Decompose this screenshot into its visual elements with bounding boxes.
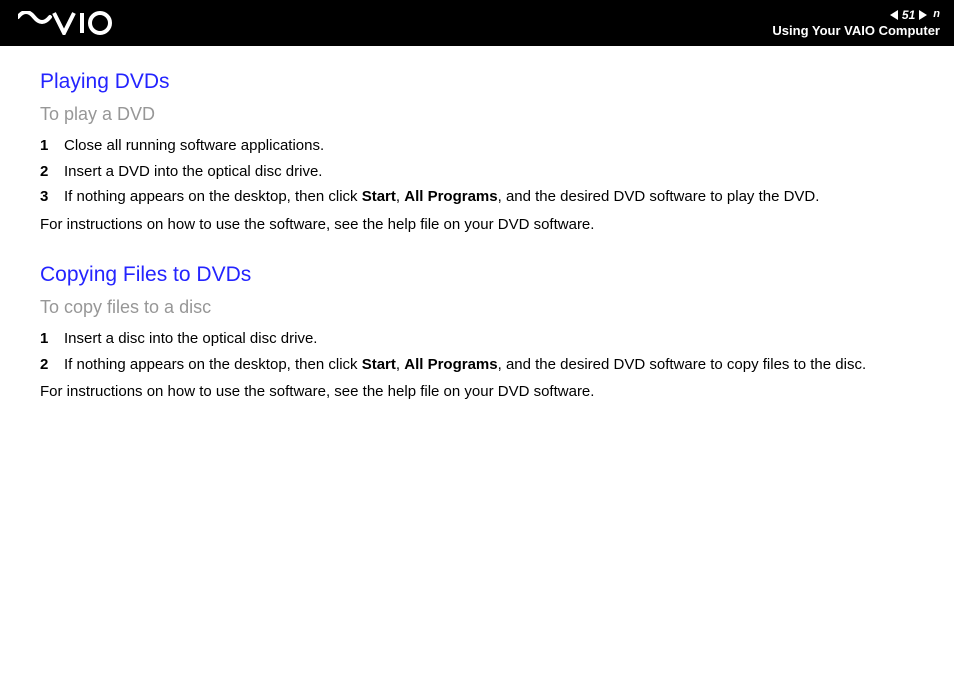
step-prefix: If nothing appears on the desktop, then … — [64, 188, 362, 205]
step-mid: , — [396, 356, 404, 373]
step-suffix: , and the desired DVD software to copy f… — [498, 356, 867, 373]
step-bold: Start — [362, 188, 396, 205]
step-prefix: If nothing appears on the desktop, then … — [64, 356, 362, 373]
header-subtitle: Using Your VAIO Computer — [772, 23, 940, 39]
step-row: 2 Insert a DVD into the optical disc dri… — [40, 159, 914, 185]
page-nav: 51 n — [772, 8, 940, 22]
step-number: 3 — [40, 184, 64, 210]
step-row: 2 If nothing appears on the desktop, the… — [40, 352, 914, 378]
step-text: If nothing appears on the desktop, then … — [64, 352, 914, 378]
n-badge: n — [933, 8, 940, 21]
step-number: 2 — [40, 159, 64, 185]
step-row: 1 Close all running software application… — [40, 133, 914, 159]
step-bold: All Programs — [404, 188, 497, 205]
step-text: If nothing appears on the desktop, then … — [64, 184, 914, 210]
step-number: 1 — [40, 326, 64, 352]
section-title-playing-dvds: Playing DVDs — [40, 70, 914, 94]
step-suffix: , and the desired DVD software to play t… — [498, 188, 820, 205]
step-text: Insert a disc into the optical disc driv… — [64, 326, 914, 352]
step-text: Close all running software applications. — [64, 133, 914, 159]
prev-page-icon[interactable] — [890, 10, 898, 20]
step-row: 3 If nothing appears on the desktop, the… — [40, 184, 914, 210]
page-number: 51 — [902, 8, 915, 22]
section-note: For instructions on how to use the softw… — [40, 212, 914, 238]
step-row: 1 Insert a disc into the optical disc dr… — [40, 326, 914, 352]
section-subtitle-playing-dvds: To play a DVD — [40, 104, 914, 125]
step-bold: All Programs — [404, 356, 497, 373]
section-note: For instructions on how to use the softw… — [40, 379, 914, 405]
next-page-icon[interactable] — [919, 10, 927, 20]
vaio-logo — [18, 0, 128, 46]
step-mid: , — [396, 188, 404, 205]
step-bold: Start — [362, 356, 396, 373]
header-right: 51 n Using Your VAIO Computer — [772, 8, 940, 39]
step-number: 2 — [40, 352, 64, 378]
step-text: Insert a DVD into the optical disc drive… — [64, 159, 914, 185]
section-title-copying-dvds: Copying Files to DVDs — [40, 263, 914, 287]
section-subtitle-copying-dvds: To copy files to a disc — [40, 297, 914, 318]
step-number: 1 — [40, 133, 64, 159]
document-content: Playing DVDs To play a DVD 1 Close all r… — [0, 46, 954, 405]
page-header: 51 n Using Your VAIO Computer — [0, 0, 954, 46]
